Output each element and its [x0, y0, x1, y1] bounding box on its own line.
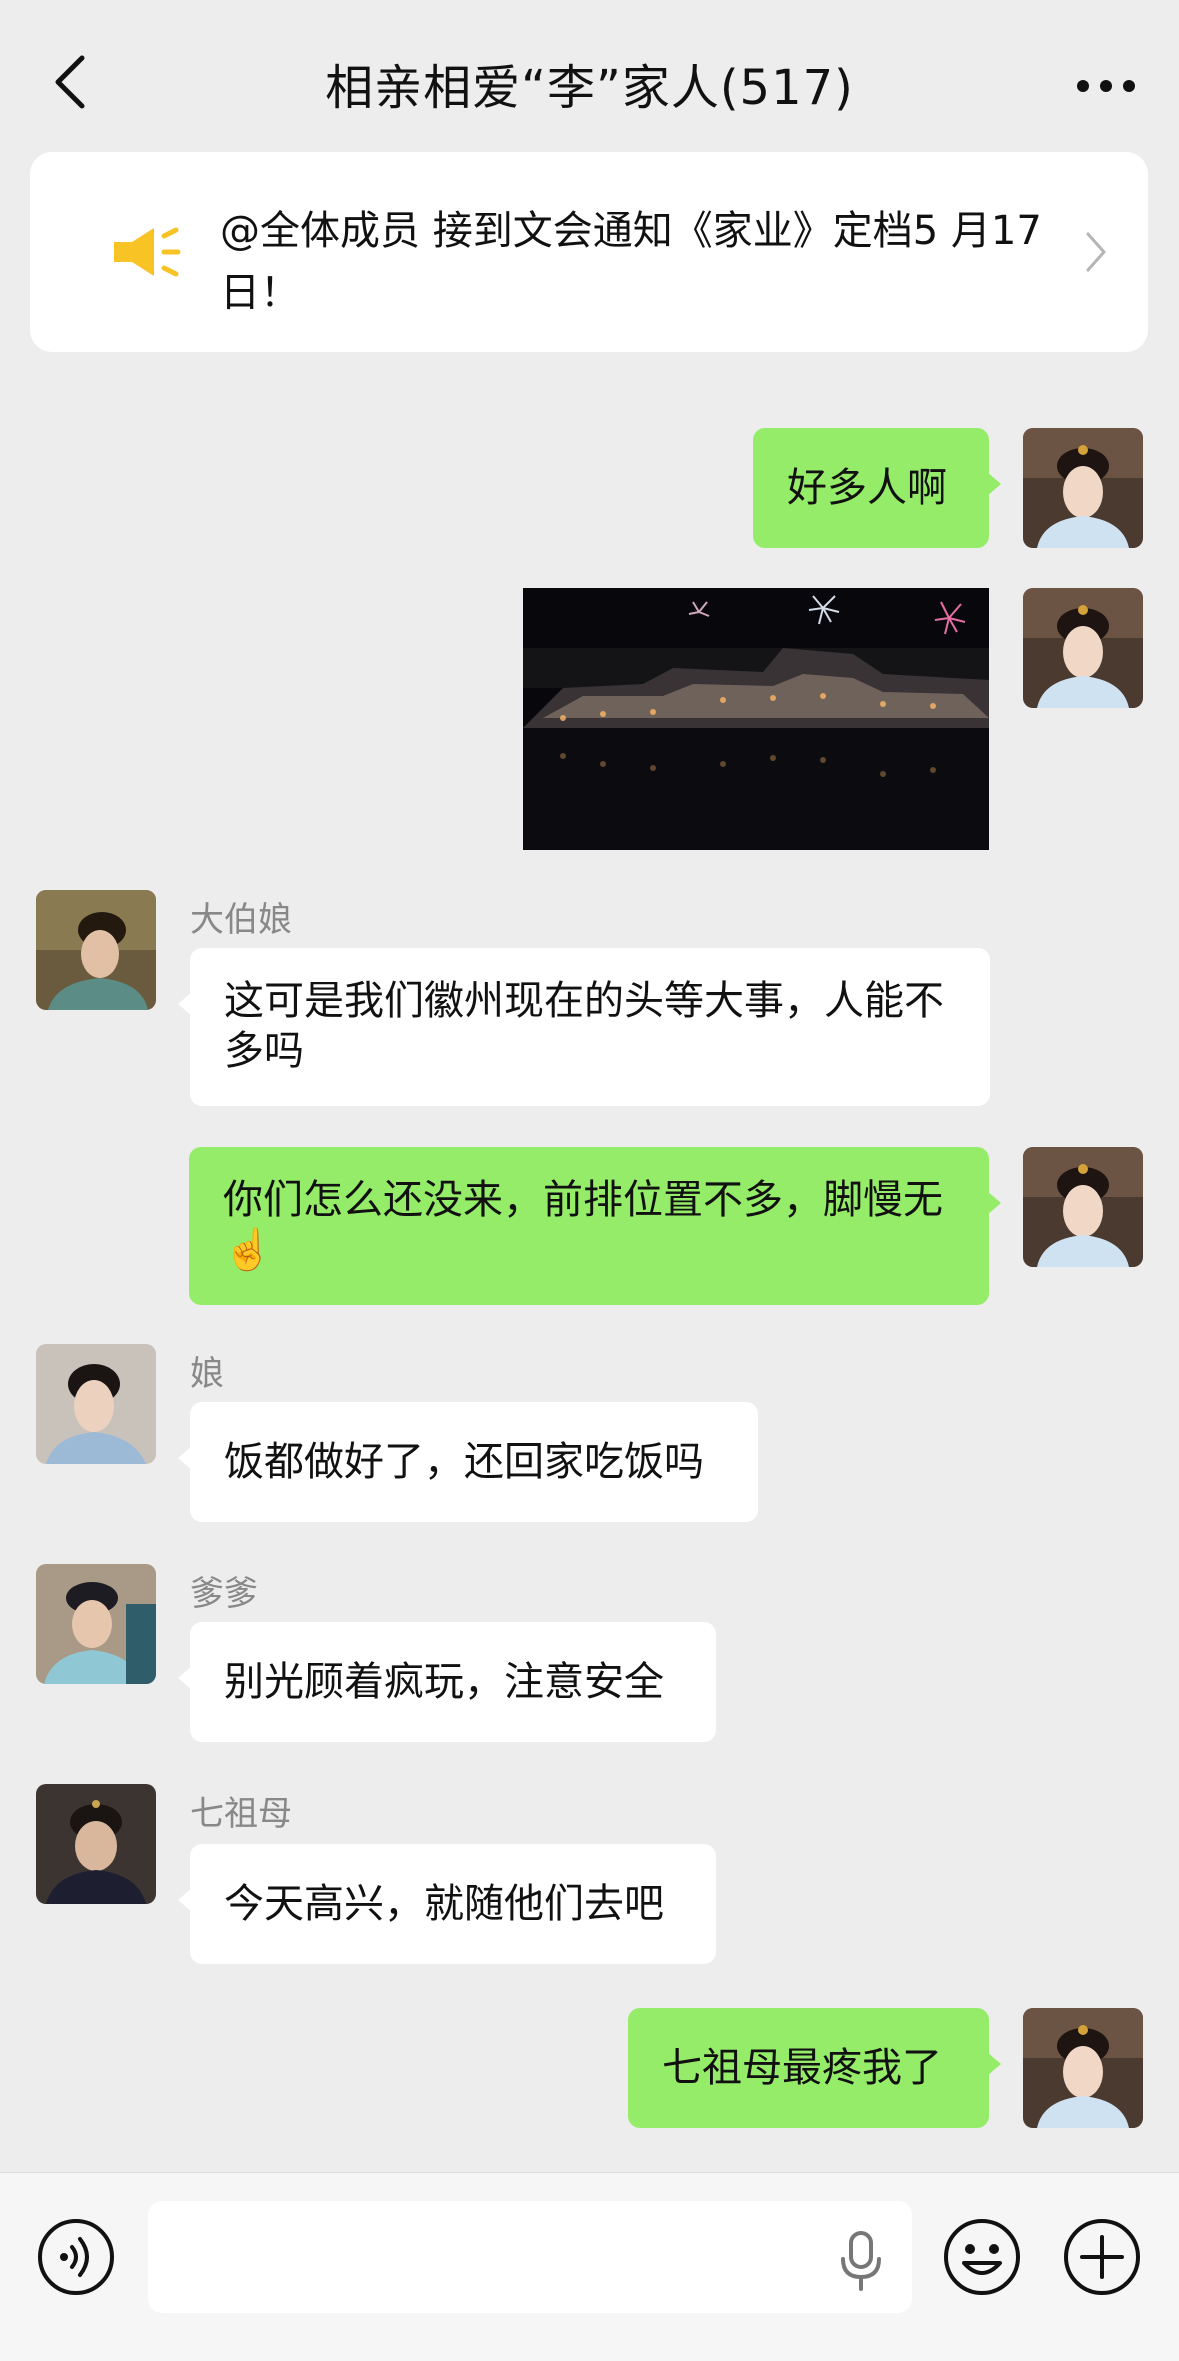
sender-name: 爹爹	[190, 1574, 258, 1614]
message-text: 别光顾着疯玩，注意安全	[224, 1659, 664, 1705]
group-announcement[interactable]: @全体成员 接到文会通知《家业》定档5 月17日！	[30, 152, 1148, 352]
avatar[interactable]	[36, 1564, 156, 1684]
message-text: 今天高兴，就随他们去吧	[224, 1881, 664, 1927]
message-bubble[interactable]: 你们怎么还没来，前排位置不多，脚慢无☝️	[189, 1147, 1001, 1305]
message-bubble[interactable]: 七祖母最疼我了	[628, 2008, 1001, 2128]
message-text: 好多人啊	[787, 465, 947, 511]
fireworks-photo[interactable]	[523, 588, 989, 850]
message-bubble[interactable]: 这可是我们徽州现在的头等大事，人能不多吗	[178, 948, 990, 1106]
message-bubble[interactable]: 饭都做好了，还回家吃饭吗	[178, 1402, 758, 1522]
emoji-icon[interactable]	[942, 2217, 1022, 2297]
avatar[interactable]	[1023, 588, 1143, 708]
avatar[interactable]	[36, 1784, 156, 1904]
message-text: 这可是我们徽州现在的头等大事，人能不多吗	[224, 978, 944, 1074]
avatar[interactable]	[36, 890, 156, 1010]
message-text: 七祖母最疼我了	[662, 2045, 942, 2091]
speaker-icon	[114, 227, 181, 277]
mic-icon[interactable]	[838, 2229, 884, 2293]
avatar[interactable]	[1023, 428, 1143, 548]
avatar[interactable]	[1023, 1147, 1143, 1267]
message-text: 你们怎么还没来，前排位置不多，脚慢无☝️	[223, 1177, 943, 1273]
message-input[interactable]	[148, 2201, 912, 2313]
sender-name: 大伯娘	[190, 900, 292, 940]
message-text: 饭都做好了，还回家吃饭吗	[224, 1439, 704, 1485]
avatar[interactable]	[36, 1344, 156, 1464]
voice-icon[interactable]	[36, 2217, 116, 2297]
message-bubble[interactable]: 别光顾着疯玩，注意安全	[178, 1622, 716, 1742]
plus-icon[interactable]	[1062, 2217, 1142, 2297]
chat-title: 相亲相爱“李”家人(517)	[325, 60, 854, 116]
sender-name: 七祖母	[190, 1794, 292, 1834]
sender-name: 娘	[190, 1354, 224, 1394]
message-bubble[interactable]: 今天高兴，就随他们去吧	[178, 1844, 716, 1964]
message-bubble[interactable]: 好多人啊	[753, 428, 1001, 548]
ellipsis-icon[interactable]	[1075, 66, 1137, 106]
input-bar	[0, 2172, 1179, 2361]
announcement-text: @全体成员 接到文会通知《家业》定档5 月17日！	[220, 208, 1042, 316]
avatar[interactable]	[1023, 2008, 1143, 2128]
chat-header: 相亲相爱“李”家人(517)	[0, 0, 1179, 150]
chevron-right-icon	[1086, 232, 1106, 272]
